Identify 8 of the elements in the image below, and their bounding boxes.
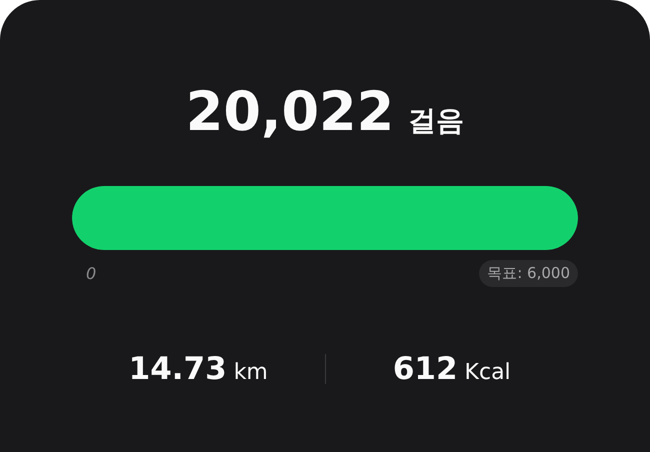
step-count: 20,022 — [186, 80, 394, 144]
step-unit: 걸음 — [408, 103, 464, 139]
goal-label: 목표: 6,000 — [479, 260, 578, 287]
stat-unit: Kcal — [464, 360, 511, 385]
stat-value: 612 — [392, 351, 458, 387]
stat-unit: km — [234, 360, 268, 385]
start-label: 0 — [86, 264, 96, 283]
stat-value: 14.73 — [128, 351, 227, 387]
